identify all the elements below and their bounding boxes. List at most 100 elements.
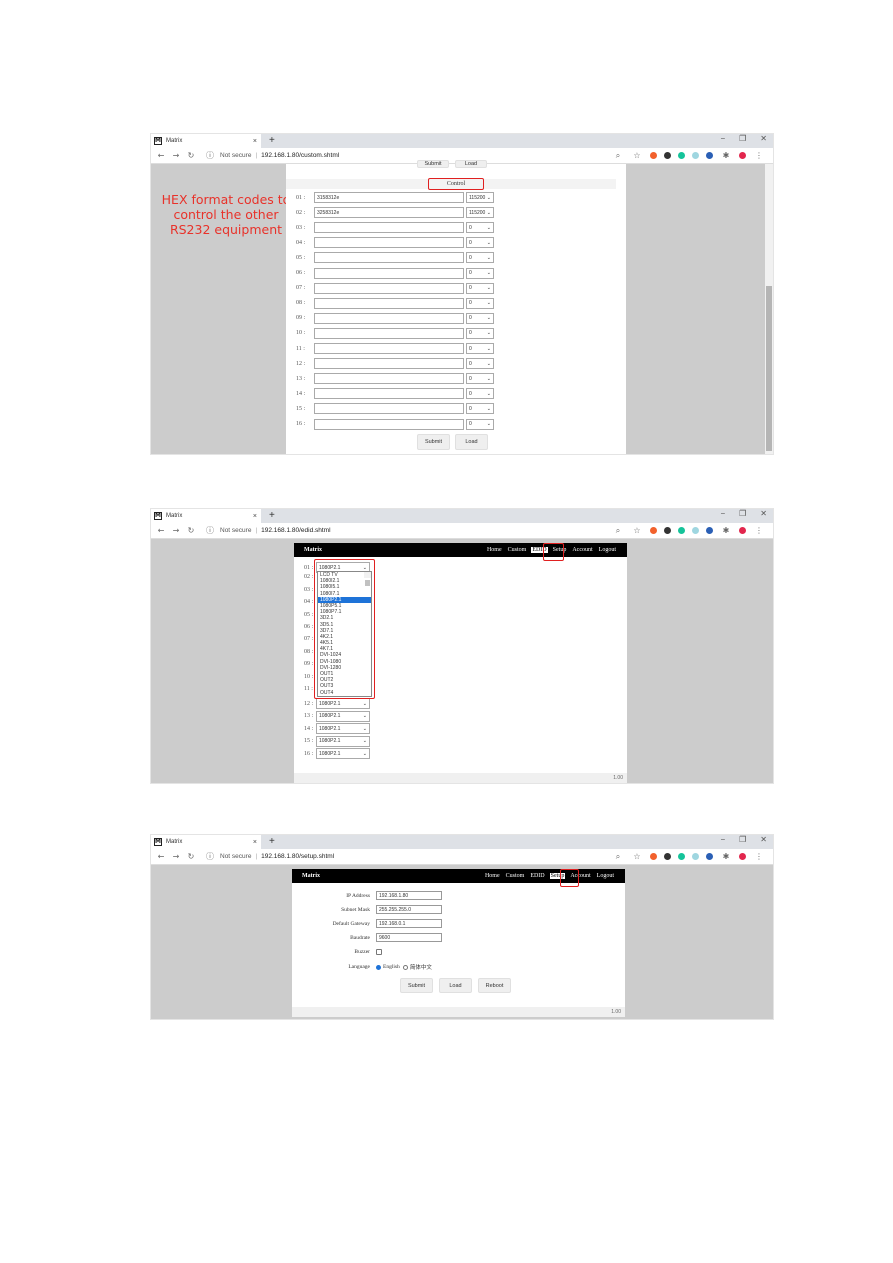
baudrate-select[interactable]: 115200 ⌄: [466, 192, 494, 203]
top-submit-button[interactable]: Submit: [417, 160, 449, 168]
nav-logout[interactable]: Logout: [596, 873, 615, 879]
reboot-button[interactable]: Reboot: [478, 978, 511, 993]
back-icon[interactable]: ←: [155, 526, 167, 535]
extension-red-icon[interactable]: [739, 527, 746, 534]
url-field[interactable]: ⓘ Not secure | 192.168.1.80/setup.shtml: [204, 851, 612, 862]
info-icon[interactable]: ⓘ: [204, 525, 216, 536]
minimize-icon[interactable]: −: [720, 134, 725, 143]
baudrate-select[interactable]: 0 ⌄: [466, 297, 494, 309]
hex-code-input[interactable]: [314, 237, 464, 249]
close-window-icon[interactable]: ✕: [760, 509, 767, 518]
puzzle-icon[interactable]: ✱: [720, 852, 732, 861]
default-gateway-input[interactable]: 192.168.0.1: [376, 919, 442, 928]
reload-icon[interactable]: ↻: [185, 852, 197, 861]
extension-teal-icon[interactable]: [692, 527, 699, 534]
new-tab-icon[interactable]: +: [269, 135, 275, 146]
browser-tab[interactable]: M Matrix ×: [151, 134, 261, 148]
baudrate-select[interactable]: 0 ⌄: [466, 237, 494, 249]
nav-custom[interactable]: Custom: [507, 547, 528, 553]
baudrate-select[interactable]: 0 ⌄: [466, 388, 494, 400]
tab-close-icon[interactable]: ×: [253, 839, 257, 846]
extension-red-icon[interactable]: [739, 152, 746, 159]
baudrate-select[interactable]: 0 ⌄: [466, 358, 494, 370]
english-radio[interactable]: [376, 964, 381, 970]
nav-logout[interactable]: Logout: [598, 547, 617, 553]
puzzle-icon[interactable]: ✱: [720, 151, 732, 160]
extension-teal-icon[interactable]: [692, 152, 699, 159]
back-icon[interactable]: ←: [155, 852, 167, 861]
zoom-icon[interactable]: ⌕: [612, 852, 624, 862]
back-icon[interactable]: ←: [155, 151, 167, 160]
zoom-icon[interactable]: ⌕: [612, 526, 624, 536]
extension-orange-icon[interactable]: [650, 152, 657, 159]
baudrate-select[interactable]: 0 ⌄: [466, 252, 494, 264]
baudrate-select[interactable]: 0 ⌄: [466, 282, 494, 294]
load-button[interactable]: Load: [439, 978, 472, 993]
hex-code-input[interactable]: 3158312e: [314, 192, 464, 203]
close-window-icon[interactable]: ✕: [760, 835, 767, 844]
zoom-icon[interactable]: ⌕: [612, 151, 624, 161]
tab-close-icon[interactable]: ×: [253, 513, 257, 520]
baudrate-select[interactable]: 0 ⌄: [466, 418, 494, 430]
forward-icon[interactable]: →: [170, 151, 182, 160]
hex-code-input[interactable]: [314, 312, 464, 324]
extension-blue-icon[interactable]: [706, 853, 713, 860]
extension-green-icon[interactable]: [678, 527, 685, 534]
baudrate-select[interactable]: 0 ⌄: [466, 327, 494, 339]
top-load-button[interactable]: Load: [455, 160, 487, 168]
edid-select[interactable]: 1080P2.1 ⌄: [316, 735, 370, 747]
extension-green-icon[interactable]: [678, 152, 685, 159]
hex-code-input[interactable]: [314, 358, 464, 370]
tab-close-icon[interactable]: ×: [253, 138, 257, 145]
edid-select[interactable]: 1080P2.1 ⌄: [316, 748, 370, 759]
baudrate-select[interactable]: 0 ⌄: [466, 222, 494, 234]
submit-button[interactable]: Submit: [417, 434, 450, 450]
hex-code-input[interactable]: [314, 388, 464, 400]
url-field[interactable]: ⓘ Not secure | 192.168.1.80/edid.shtml: [204, 525, 612, 536]
extension-red-icon[interactable]: [739, 853, 746, 860]
extension-green-icon[interactable]: [678, 853, 685, 860]
forward-icon[interactable]: →: [170, 526, 182, 535]
minimize-icon[interactable]: −: [720, 835, 725, 844]
hex-code-input[interactable]: [314, 327, 464, 339]
forward-icon[interactable]: →: [170, 852, 182, 861]
edid-select[interactable]: 1080P2.1 ⌄: [316, 710, 370, 722]
hex-code-input[interactable]: 3258312e: [314, 207, 464, 219]
reload-icon[interactable]: ↻: [185, 151, 197, 160]
browser-tab[interactable]: M Matrix ×: [151, 835, 261, 849]
baudrate-select[interactable]: 0 ⌄: [466, 267, 494, 279]
ip-address-input[interactable]: 192.168.1.80: [376, 891, 442, 900]
extension-dark-icon[interactable]: [664, 853, 671, 860]
restore-icon[interactable]: ❐: [739, 509, 746, 518]
nav-home[interactable]: Home: [486, 547, 503, 553]
nav-edid[interactable]: EDID: [529, 873, 545, 879]
new-tab-icon[interactable]: +: [269, 836, 275, 847]
baudrate-select[interactable]: 0 ⌄: [466, 343, 494, 354]
hex-code-input[interactable]: [314, 343, 464, 354]
buzzer-checkbox[interactable]: [376, 949, 382, 955]
nav-home[interactable]: Home: [484, 873, 501, 879]
menu-icon[interactable]: ⋮: [753, 151, 765, 160]
extension-dark-icon[interactable]: [664, 152, 671, 159]
baudrate-select[interactable]: 0 ⌄: [466, 312, 494, 324]
restore-icon[interactable]: ❐: [739, 835, 746, 844]
baudrate-select[interactable]: 115200 ⌄: [466, 207, 494, 219]
scrollbar-thumb[interactable]: [766, 286, 772, 451]
hex-code-input[interactable]: [314, 403, 464, 415]
subnet-mask-input[interactable]: 255.255.255.0: [376, 905, 442, 914]
submit-button[interactable]: Submit: [400, 978, 433, 993]
hex-code-input[interactable]: [314, 418, 464, 430]
menu-icon[interactable]: ⋮: [753, 526, 765, 535]
star-icon[interactable]: ☆: [631, 151, 643, 160]
star-icon[interactable]: ☆: [631, 852, 643, 861]
minimize-icon[interactable]: −: [720, 509, 725, 518]
restore-icon[interactable]: ❐: [739, 134, 746, 143]
page-scrollbar[interactable]: [765, 164, 773, 454]
browser-tab[interactable]: M Matrix ×: [151, 509, 261, 523]
extension-teal-icon[interactable]: [692, 853, 699, 860]
star-icon[interactable]: ☆: [631, 526, 643, 535]
chinese-radio[interactable]: [402, 964, 408, 970]
edid-select[interactable]: 1080P2.1 ⌄: [316, 723, 370, 735]
hex-code-input[interactable]: [314, 267, 464, 279]
baudrate-select[interactable]: 0 ⌄: [466, 373, 494, 385]
